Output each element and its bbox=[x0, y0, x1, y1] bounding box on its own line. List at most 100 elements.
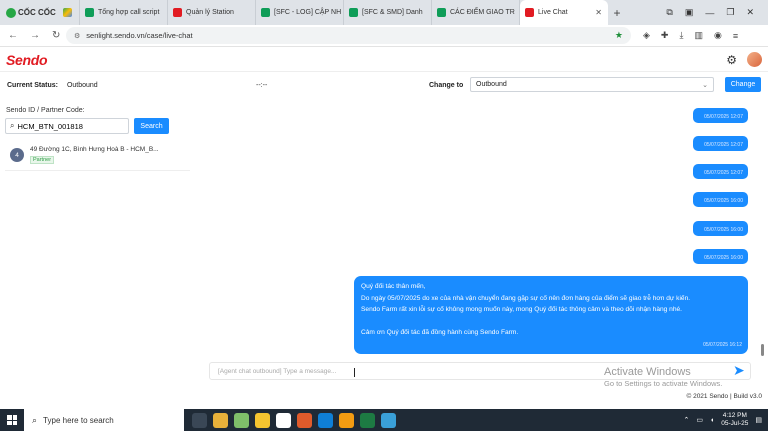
message-bubble-long: Quý đối tác thân mến, Do ngày 05/07/2025… bbox=[354, 276, 748, 354]
tab-label: Quản lý Station bbox=[186, 9, 234, 16]
search-button[interactable]: Search bbox=[134, 118, 169, 134]
chevron-up-icon[interactable]: ⌃ bbox=[684, 416, 690, 424]
system-tray: ⌃ ▭ ◖ 4:12 PM 05-Jul-25 ▤ bbox=[684, 412, 768, 428]
message-time: 05/07/2025 12:07 bbox=[704, 114, 743, 120]
picture-in-picture-icon[interactable]: ⧉ bbox=[666, 7, 672, 18]
browser-brand-label: CỐC CỐC bbox=[18, 8, 56, 17]
url-text: senlight.sendo.vn/case/live-chat bbox=[86, 31, 193, 40]
message-time: 05/07/2025 12:07 bbox=[704, 142, 743, 148]
puzzle-icon[interactable]: ✚ bbox=[661, 30, 669, 41]
profile-icon[interactable]: ◉ bbox=[714, 30, 722, 41]
sendo-logo[interactable]: Sendo bbox=[6, 52, 48, 68]
tab-drive[interactable] bbox=[58, 0, 80, 25]
change-to-label: Change to bbox=[429, 81, 464, 89]
message-time: 05/07/2025 12:07 bbox=[704, 170, 743, 176]
clock-date: 05-Jul-25 bbox=[721, 420, 749, 427]
new-tab-button[interactable]: + bbox=[608, 6, 626, 20]
network-icon[interactable]: ▭ bbox=[696, 416, 703, 424]
message-time: 05/07/2025 16:00 bbox=[704, 255, 743, 261]
search-icon: ⌕ bbox=[10, 121, 15, 130]
message-input[interactable] bbox=[218, 367, 598, 375]
tab-station[interactable]: Quản lý Station bbox=[168, 0, 256, 25]
message-time: 05/07/2025 16:12 bbox=[703, 342, 742, 349]
search-icon: ⌕ bbox=[32, 414, 38, 425]
tab-call-script[interactable]: Tổng hợp call script bbox=[80, 0, 168, 25]
sheets-icon bbox=[85, 8, 94, 17]
tab-sfc-smd[interactable]: [SFC & SMD] Danh bbox=[344, 0, 432, 25]
message-bubble: 05/07/2025 12:07 bbox=[693, 164, 748, 179]
excel-icon[interactable] bbox=[360, 412, 375, 428]
message-time: 05/07/2025 16:00 bbox=[704, 198, 743, 204]
tab-sfc-log[interactable]: [SFC - LOG] CẬP NH bbox=[256, 0, 344, 25]
conversation-address: 49 Đường 1C, Bình Hưng Hoà B - HCM_B... bbox=[30, 146, 159, 153]
reload-icon[interactable]: ↻ bbox=[52, 30, 60, 41]
maximize-icon[interactable]: ❐ bbox=[726, 7, 734, 18]
message-bubble: 05/07/2025 12:07 bbox=[693, 136, 748, 151]
message-bubble: 05/07/2025 16:00 bbox=[693, 249, 748, 264]
app-icon[interactable] bbox=[339, 412, 354, 428]
task-view-icon[interactable] bbox=[192, 412, 207, 428]
sendo-favicon-icon bbox=[525, 8, 534, 17]
taskbar-clock[interactable]: 4:12 PM 05-Jul-25 bbox=[721, 412, 748, 428]
header-actions: ⚙ bbox=[726, 52, 762, 67]
app-icon[interactable] bbox=[381, 412, 396, 428]
tab-diem-giao[interactable]: CÁC ĐIỂM GIAO TR bbox=[432, 0, 520, 25]
message-time: 05/07/2025 16:00 bbox=[704, 227, 743, 233]
message-bubble: 05/07/2025 16:00 bbox=[693, 221, 748, 236]
change-status-button[interactable]: Change bbox=[725, 77, 761, 92]
tab-label: Live Chat bbox=[538, 9, 568, 16]
browser-brand: CỐC CỐC bbox=[0, 7, 58, 18]
clock-time: 4:12 PM bbox=[722, 412, 747, 419]
gear-icon[interactable]: ⚙ bbox=[726, 53, 737, 67]
text-cursor bbox=[354, 368, 355, 377]
chevron-down-icon: ⌄ bbox=[702, 81, 708, 89]
shield-icon[interactable]: ◈ bbox=[643, 30, 650, 41]
chat-thread: 05/07/2025 12:07 05/07/2025 12:07 05/07/… bbox=[198, 100, 760, 355]
extensions-icon[interactable]: ▣ bbox=[685, 7, 694, 18]
footer-text: © 2021 Sendo | Build v3.0 bbox=[686, 393, 762, 400]
search-input[interactable] bbox=[17, 121, 118, 131]
sticky-notes-icon[interactable] bbox=[255, 412, 270, 428]
taskbar-search[interactable]: ⌕ Type here to search bbox=[24, 409, 184, 431]
avatar[interactable] bbox=[747, 52, 762, 67]
app-icon[interactable] bbox=[297, 412, 312, 428]
site-info-icon[interactable]: ⚙ bbox=[74, 32, 80, 40]
forward-icon[interactable]: → bbox=[30, 30, 40, 41]
file-explorer-icon[interactable] bbox=[213, 412, 228, 428]
address-bar-row: ← → ↻ ⚙ senlight.sendo.vn/case/live-chat… bbox=[0, 25, 768, 47]
volume-icon[interactable]: ◖ bbox=[710, 417, 714, 424]
tab-live-chat[interactable]: Live Chat ✕ bbox=[520, 0, 608, 25]
bookmark-star-icon[interactable]: ★ bbox=[615, 30, 623, 41]
status-row: Current Status: Outbound --:-- Change to… bbox=[0, 74, 768, 96]
current-status-label: Current Status: bbox=[7, 81, 58, 89]
close-window-icon[interactable]: ✕ bbox=[746, 7, 754, 18]
download-icon[interactable]: ⤓ bbox=[679, 30, 683, 41]
chrome-icon[interactable] bbox=[276, 412, 291, 428]
watermark-line: Go to Settings to activate Windows. bbox=[604, 379, 723, 388]
windows-taskbar: ⌕ Type here to search ⌃ ▭ ◖ 4:12 PM 05-J… bbox=[0, 409, 768, 431]
search-field[interactable]: ⌕ bbox=[5, 118, 129, 134]
status-select[interactable]: Outbound ⌄ bbox=[470, 77, 714, 92]
taskbar-apps bbox=[184, 412, 396, 428]
search-label: Sendo ID / Partner Code: bbox=[6, 107, 85, 114]
tab-label: CÁC ĐIỂM GIAO TR bbox=[450, 9, 515, 16]
chat-scrollbar[interactable] bbox=[761, 344, 764, 356]
coccoc-browser-icon[interactable] bbox=[234, 412, 249, 428]
minimize-icon[interactable]: — bbox=[705, 8, 714, 18]
message-line: Cảm ơn Quý đối tác đã đồng hành cùng Sen… bbox=[361, 329, 519, 337]
url-bar[interactable]: ⚙ senlight.sendo.vn/case/live-chat ★ bbox=[66, 27, 631, 44]
sheets-icon bbox=[437, 8, 446, 17]
notifications-icon[interactable]: ▤ bbox=[755, 416, 762, 424]
tab-label: [SFC - LOG] CẬP NH bbox=[274, 9, 342, 16]
edge-icon[interactable] bbox=[318, 412, 333, 428]
menu-icon[interactable]: ≡ bbox=[733, 31, 738, 41]
back-icon[interactable]: ← bbox=[8, 30, 18, 41]
start-button[interactable] bbox=[0, 409, 24, 431]
nav-buttons: ← → ↻ bbox=[0, 30, 66, 41]
watermark-line: Activate Windows bbox=[604, 366, 691, 378]
conversation-item[interactable]: 4 49 Đường 1C, Bình Hưng Hoà B - HCM_B..… bbox=[5, 143, 190, 171]
sidebar-icon[interactable]: ▥ bbox=[694, 30, 703, 41]
send-icon[interactable]: ➤ bbox=[733, 362, 745, 379]
sendo-favicon-icon bbox=[173, 8, 182, 17]
close-tab-icon[interactable]: ✕ bbox=[591, 8, 602, 17]
